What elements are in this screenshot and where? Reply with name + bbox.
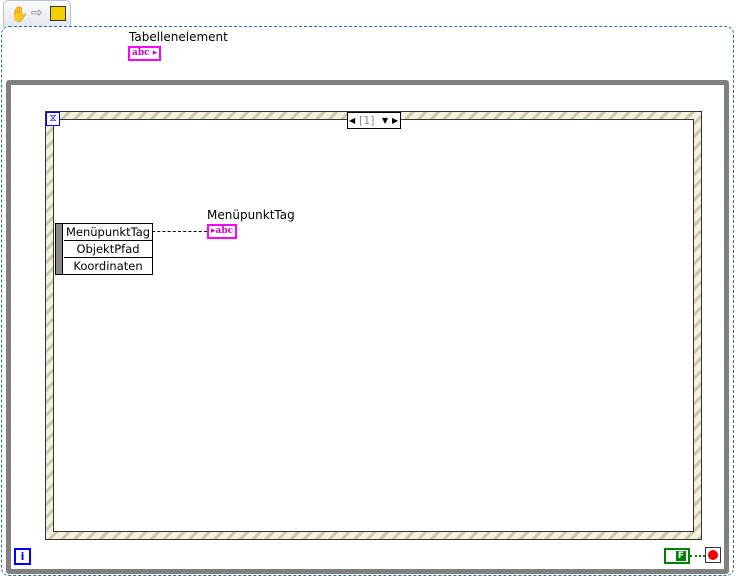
false-constant[interactable]: F xyxy=(664,548,690,564)
stop-icon xyxy=(708,550,718,560)
prev-case-icon[interactable]: ◀ xyxy=(349,113,355,128)
iteration-terminal[interactable]: i xyxy=(14,548,31,565)
dropdown-icon[interactable]: ▼ xyxy=(382,113,388,128)
event-case-selector[interactable]: ◀ [1] ▼ ▶ xyxy=(347,112,401,129)
table-element-control[interactable]: abc ▸ xyxy=(128,46,162,61)
tool-tab: ✋ ⇨ xyxy=(3,0,71,27)
menu-tag-indicator[interactable]: ▸abc xyxy=(207,224,238,239)
indicator-label: MenüpunktTag xyxy=(207,208,295,222)
run-icon[interactable] xyxy=(50,6,66,21)
arrow-icon[interactable]: ⇨ xyxy=(31,5,43,21)
table-element-label: Tabellenelement xyxy=(129,30,228,44)
unbundle-item[interactable]: Koordinaten xyxy=(64,258,152,274)
timeout-icon[interactable]: ⧖ xyxy=(46,112,60,126)
boolean-wire[interactable] xyxy=(690,555,705,557)
hand-tool-icon[interactable]: ✋ xyxy=(10,5,29,23)
next-case-icon[interactable]: ▶ xyxy=(392,113,398,128)
stop-terminal[interactable] xyxy=(705,547,721,563)
unbundle-item[interactable]: MenüpunktTag xyxy=(64,224,152,241)
unbundle-item[interactable]: ObjektPfad xyxy=(64,241,152,258)
event-structure[interactable] xyxy=(45,111,702,540)
string-wire[interactable] xyxy=(152,231,207,232)
unbundle-by-name[interactable]: MenüpunktTag ObjektPfad Koordinaten xyxy=(55,223,153,275)
